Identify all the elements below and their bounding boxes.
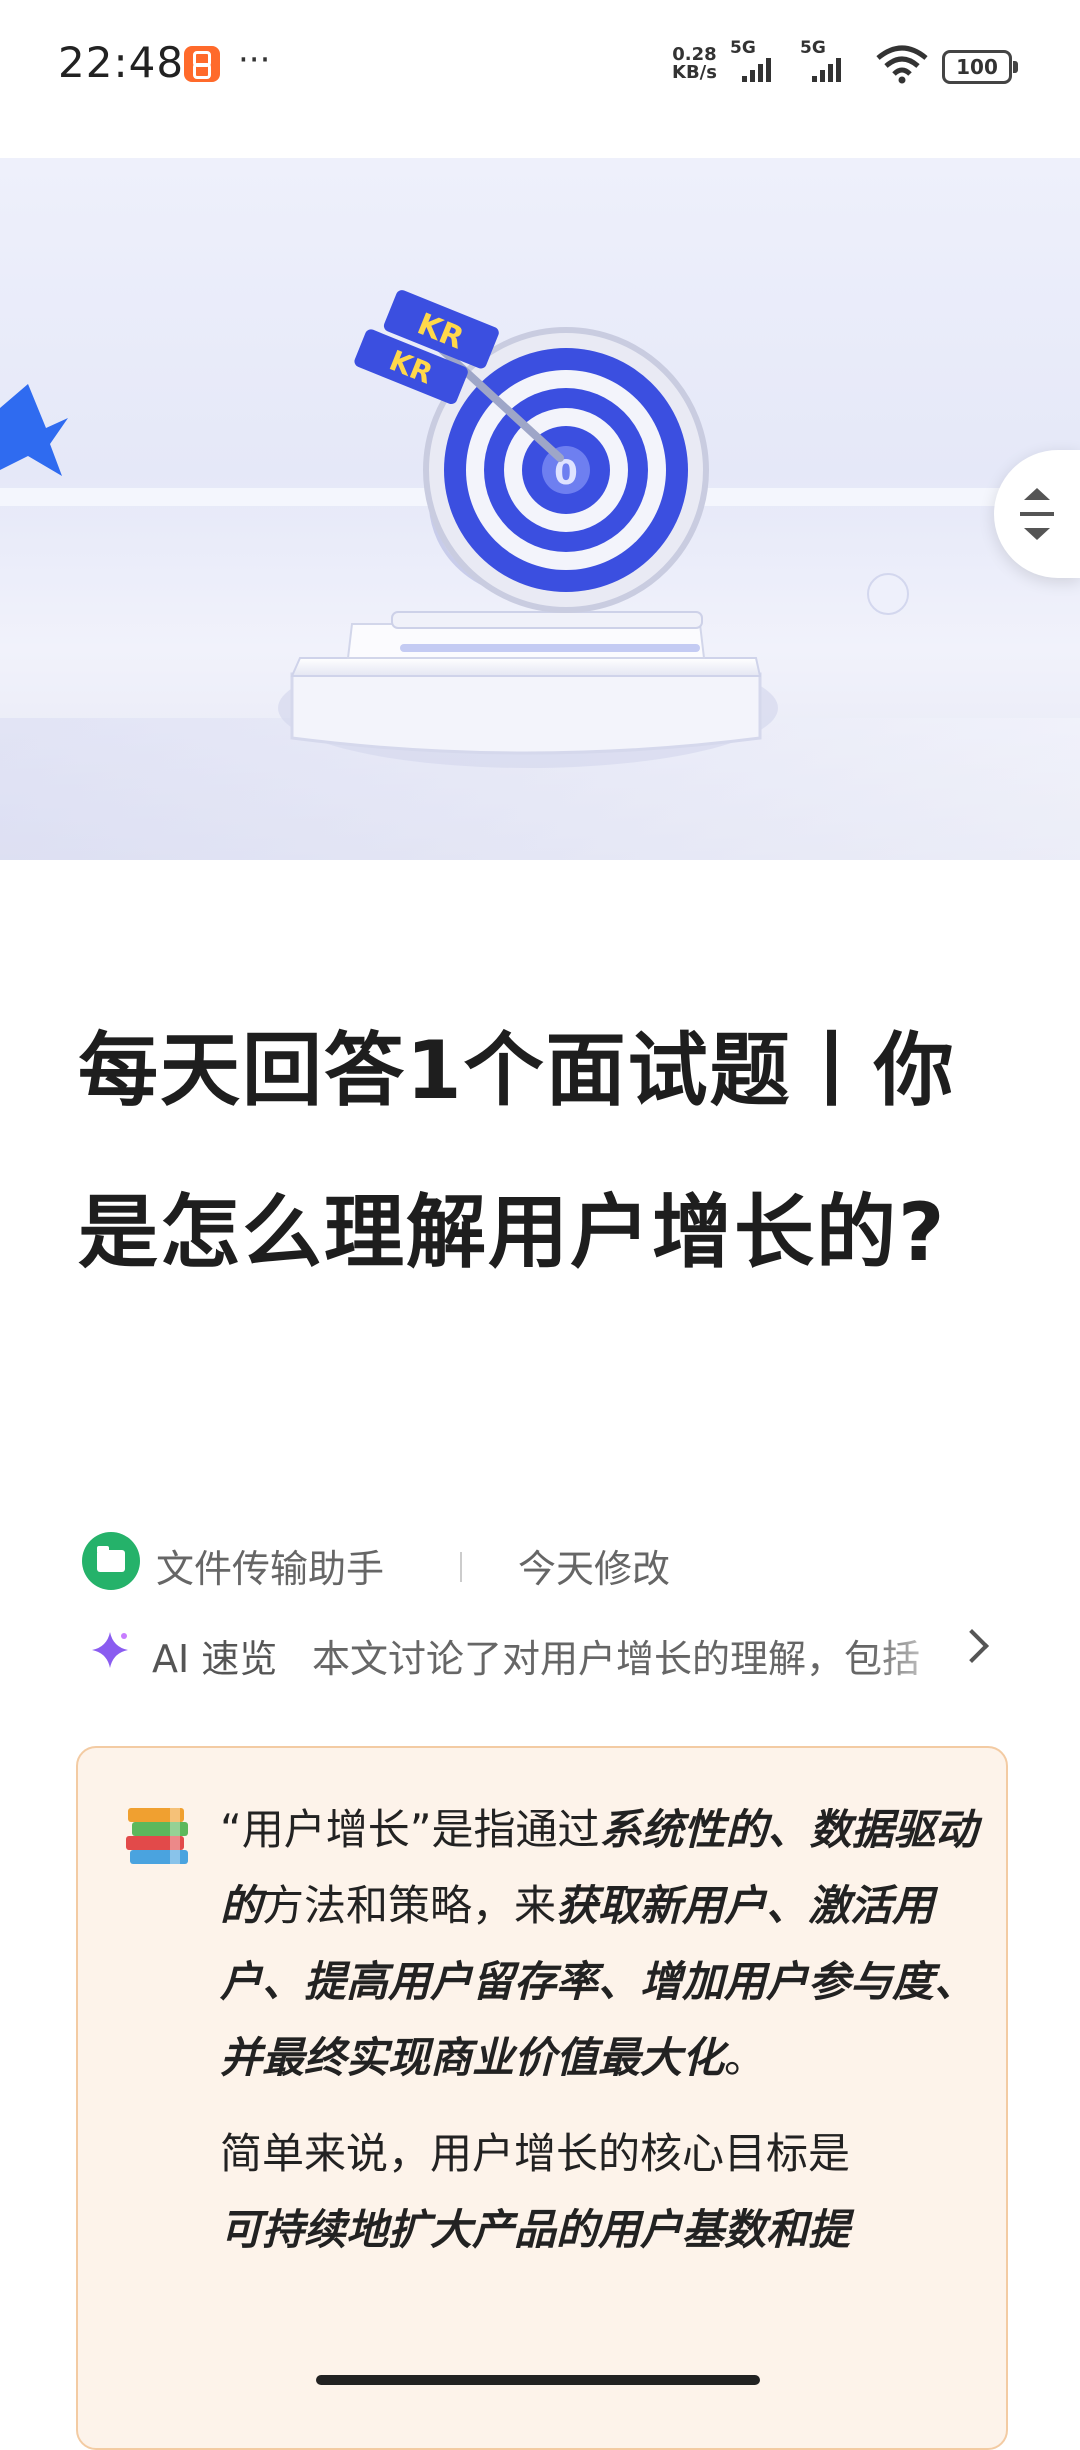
more-notifications-icon: ··· — [238, 40, 271, 80]
callout-paragraph-1: “用户增长”是指通过系统性的、数据驱动的方法和策略，来获取新用户、激活用户、提高… — [220, 1792, 990, 2096]
meta-divider — [460, 1552, 462, 1582]
callout-text-run: 简单来说，用户增长的核心目标是 — [220, 2129, 851, 2178]
callout-block: “用户增长”是指通过系统性的、数据驱动的方法和策略，来获取新用户、激活用户、提高… — [76, 1746, 1008, 2450]
hero-image: 0 KR KR — [0, 158, 1080, 860]
network-speed-unit: KB/s — [672, 62, 717, 83]
callout-text: “用户增长”是指通过系统性的、数据驱动的方法和策略，来获取新用户、激活用户、提高… — [220, 1792, 990, 2268]
books-icon — [126, 1808, 188, 1864]
callout-paragraph-2: 简单来说，用户增长的核心目标是 可持续地扩大产品的用户基数和提 — [220, 2116, 990, 2268]
callout-text-run: “用户增长”是指通过 — [220, 1805, 600, 1854]
article-title: 每天回答1个面试题丨你是怎么理解用户增长的? — [78, 1024, 956, 1279]
author-name[interactable]: 文件传输助手 — [156, 1538, 384, 1593]
network-speed: 0.28 KB/s — [672, 46, 717, 82]
article-meta: 文件传输助手 今天修改 — [82, 1530, 982, 1592]
signal-bars-icon — [742, 58, 771, 82]
collapse-toolbar-button[interactable] — [994, 450, 1080, 578]
collapse-icon — [1020, 488, 1054, 540]
orange-app-icon — [184, 46, 220, 82]
target-illustration: 0 KR KR — [0, 290, 1080, 860]
home-indicator[interactable] — [316, 2375, 760, 2385]
wifi-icon — [876, 45, 928, 84]
ai-summary-fade — [870, 1622, 960, 1682]
ai-summary-label: AI 速览 — [152, 1637, 278, 1681]
signal-bars-icon — [812, 58, 841, 82]
callout-text-run: 。 — [724, 2033, 767, 2082]
status-time: 22:48 — [58, 38, 185, 87]
callout-text-run: 方法和策略，来 — [262, 1881, 557, 1930]
modified-time: 今天修改 — [518, 1547, 671, 1591]
ai-summary-text: 本文讨论了对用户增长的理解，包括 — [312, 1637, 921, 1681]
ai-summary-bar[interactable]: AI 速览 本文讨论了对用户增长的理解，包括 — [90, 1622, 1000, 1682]
sparkle-icon — [92, 1632, 128, 1668]
battery-indicator: 100 — [942, 50, 1018, 84]
file-transfer-icon[interactable] — [82, 1532, 140, 1590]
star-icon — [0, 384, 68, 476]
callout-emphasis: 可持续地扩大产品的用户基数和提 — [220, 2205, 851, 2254]
status-bar: 22:48 ··· 0.28 KB/s 5G 5G 100 — [0, 0, 1080, 130]
chevron-right-icon — [955, 1629, 989, 1663]
